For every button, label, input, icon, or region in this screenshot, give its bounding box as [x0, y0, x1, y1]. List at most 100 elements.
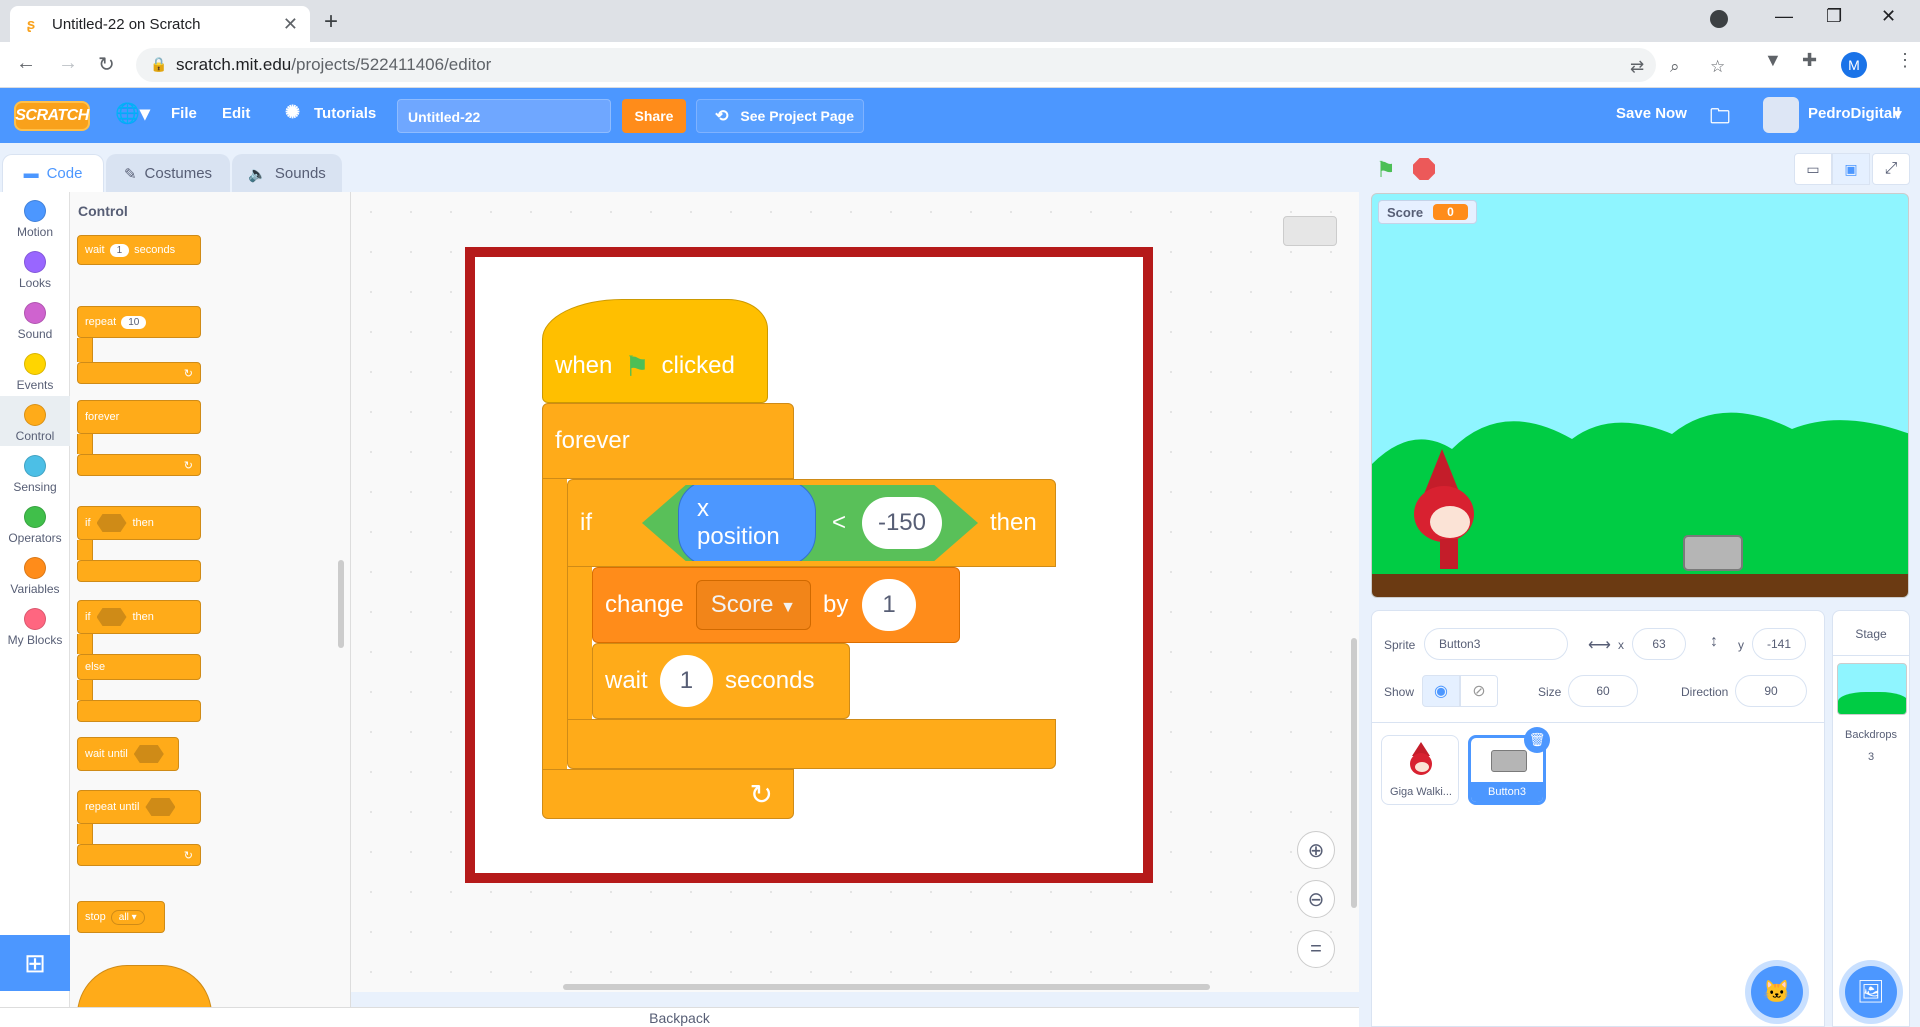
language-globe-icon[interactable]: 🌐▾: [115, 101, 150, 126]
category-looks[interactable]: Looks: [0, 251, 70, 290]
extension-icon[interactable]: ▼: [1764, 50, 1782, 71]
compare-value-input[interactable]: -150: [861, 497, 942, 549]
account-chevron-down-icon[interactable]: ▾: [1894, 105, 1902, 123]
tab-costumes[interactable]: ✎ Costumes: [106, 154, 230, 192]
browser-tab[interactable]: ʂ Untitled-22 on Scratch ✕: [10, 6, 310, 42]
boolean-slot[interactable]: [96, 514, 127, 532]
stop-sign-icon[interactable]: [1413, 158, 1435, 180]
backpack-bar[interactable]: Backpack: [0, 1007, 1359, 1027]
normal-stage-icon[interactable]: ▣: [1832, 153, 1870, 185]
category-operators[interactable]: Operators: [0, 506, 70, 545]
wait-seconds-block[interactable]: wait 1 seconds: [592, 643, 850, 719]
show-hidden-eye-icon[interactable]: ⊘: [1460, 675, 1498, 707]
edit-menu[interactable]: Edit: [222, 105, 250, 122]
extensions-puzzle-icon[interactable]: ✚: [1802, 50, 1817, 71]
size-input[interactable]: 60: [1568, 675, 1638, 707]
category-sound[interactable]: Sound: [0, 302, 70, 341]
sensing-dot-icon: [24, 455, 46, 477]
browser-menu-icon[interactable]: ⋮: [1896, 50, 1914, 71]
palette-wait-until-block[interactable]: wait until: [77, 737, 179, 771]
variable-dropdown[interactable]: Score ▼: [695, 580, 811, 630]
workspace-horizontal-scrollbar[interactable]: [563, 984, 1210, 990]
reload-icon[interactable]: ↻: [98, 52, 115, 77]
if-then-block[interactable]: if x position < -150 then: [567, 479, 1056, 567]
fullscreen-icon[interactable]: ⤢: [1872, 153, 1910, 185]
tab-code[interactable]: ▬ Code: [2, 154, 104, 192]
palette-stop-block[interactable]: stop all ▾: [77, 901, 165, 933]
category-events[interactable]: Events: [0, 353, 70, 392]
delete-sprite-trash-icon[interactable]: 🗑: [1524, 727, 1550, 753]
add-extension-button[interactable]: ⊞: [0, 935, 70, 991]
translate-icon[interactable]: ⇄: [1630, 57, 1644, 77]
block-input[interactable]: 1: [109, 243, 130, 257]
palette-hat-block[interactable]: [77, 965, 212, 1007]
palette-if-else-block[interactable]: if then: [77, 600, 201, 634]
restore-icon[interactable]: ❐: [1826, 6, 1842, 27]
zoom-reset-icon[interactable]: =: [1297, 930, 1335, 968]
see-project-page-button[interactable]: ⟲ See Project Page: [696, 99, 864, 133]
palette-wait-block[interactable]: wait 1 seconds: [77, 235, 201, 265]
block-text: seconds: [134, 244, 176, 256]
scratch-logo[interactable]: SCRATCH: [14, 101, 90, 131]
minimize-icon[interactable]: —: [1775, 6, 1793, 27]
palette-repeat-block[interactable]: repeat 10: [77, 306, 201, 338]
url-field[interactable]: 🔒 scratch.mit.edu/projects/522411406/edi…: [136, 48, 1725, 82]
direction-input[interactable]: 90: [1735, 675, 1807, 707]
category-sensing[interactable]: Sensing: [0, 455, 70, 494]
category-motion[interactable]: Motion: [0, 200, 70, 239]
window-close-icon[interactable]: ✕: [1881, 6, 1896, 27]
sprite-tile-giga[interactable]: Giga Walki...: [1381, 735, 1459, 805]
forward-icon[interactable]: →: [58, 52, 78, 75]
wait-seconds-input[interactable]: 1: [659, 655, 714, 707]
tutorials-menu[interactable]: Tutorials: [314, 105, 376, 122]
sprite-thumbnail-indicator: [1283, 216, 1337, 246]
category-my-blocks[interactable]: My Blocks: [0, 608, 70, 647]
sprite-name-input[interactable]: Button3: [1424, 628, 1568, 660]
zoom-in-icon[interactable]: ⊕: [1297, 831, 1335, 869]
palette-repeat-until-block[interactable]: repeat until: [77, 790, 201, 824]
small-stage-icon[interactable]: ▭: [1794, 153, 1832, 185]
save-now-button[interactable]: Save Now: [1616, 105, 1687, 122]
bookmark-star-icon[interactable]: ☆: [1710, 57, 1725, 77]
y-input[interactable]: -141: [1752, 628, 1806, 660]
file-menu[interactable]: File: [171, 105, 197, 122]
back-icon[interactable]: ←: [16, 52, 36, 75]
less-than-operator[interactable]: x position < -150: [642, 485, 978, 561]
category-control[interactable]: Control: [0, 396, 70, 446]
block-input[interactable]: 10: [121, 315, 147, 329]
palette-if-then-block[interactable]: if then: [77, 506, 201, 540]
my-stuff-folder-icon[interactable]: 🗀: [1710, 102, 1730, 136]
close-tab-icon[interactable]: ✕: [283, 14, 298, 35]
project-title-input[interactable]: Untitled-22: [397, 99, 611, 133]
category-variables[interactable]: Variables: [0, 557, 70, 596]
change-amount-input[interactable]: 1: [862, 579, 916, 631]
boolean-slot[interactable]: [145, 798, 176, 816]
block-text: repeat: [85, 316, 117, 328]
tab-search-icon[interactable]: [1710, 10, 1728, 28]
palette-scrollbar[interactable]: [338, 560, 344, 648]
zoom-out-icon[interactable]: ⊖: [1297, 880, 1335, 918]
change-variable-block[interactable]: change Score ▼ by 1: [592, 567, 960, 643]
when-flag-clicked-block[interactable]: when ⚑ clicked: [542, 299, 768, 403]
green-flag-icon[interactable]: ⚑: [1376, 157, 1396, 183]
choose-sprite-cat-icon[interactable]: 🐱: [1751, 966, 1803, 1018]
boolean-slot[interactable]: [96, 608, 127, 626]
username-menu[interactable]: PedroDigitall: [1808, 105, 1901, 122]
tab-sounds[interactable]: 🔈 Sounds: [232, 154, 342, 192]
share-button[interactable]: Share: [622, 99, 686, 133]
new-tab-icon[interactable]: +: [324, 8, 338, 36]
x-position-reporter[interactable]: x position: [678, 485, 816, 561]
workspace-vertical-scrollbar[interactable]: [1351, 638, 1357, 908]
stage-selector-panel[interactable]: Stage Backdrops 3 🖼: [1832, 610, 1910, 1027]
palette-forever-block[interactable]: forever: [77, 400, 201, 434]
profile-avatar[interactable]: M: [1841, 52, 1867, 78]
stage-canvas[interactable]: Score 0: [1371, 193, 1909, 598]
choose-backdrop-icon[interactable]: 🖼: [1845, 966, 1897, 1018]
user-avatar[interactable]: [1763, 97, 1799, 133]
zoom-icon[interactable]: ⌕: [1670, 57, 1680, 77]
stop-dropdown[interactable]: all ▾: [110, 909, 145, 925]
forever-block[interactable]: forever: [542, 403, 794, 479]
boolean-slot[interactable]: [133, 745, 164, 763]
show-visible-eye-icon[interactable]: ◉: [1422, 675, 1460, 707]
x-input[interactable]: 63: [1632, 628, 1686, 660]
